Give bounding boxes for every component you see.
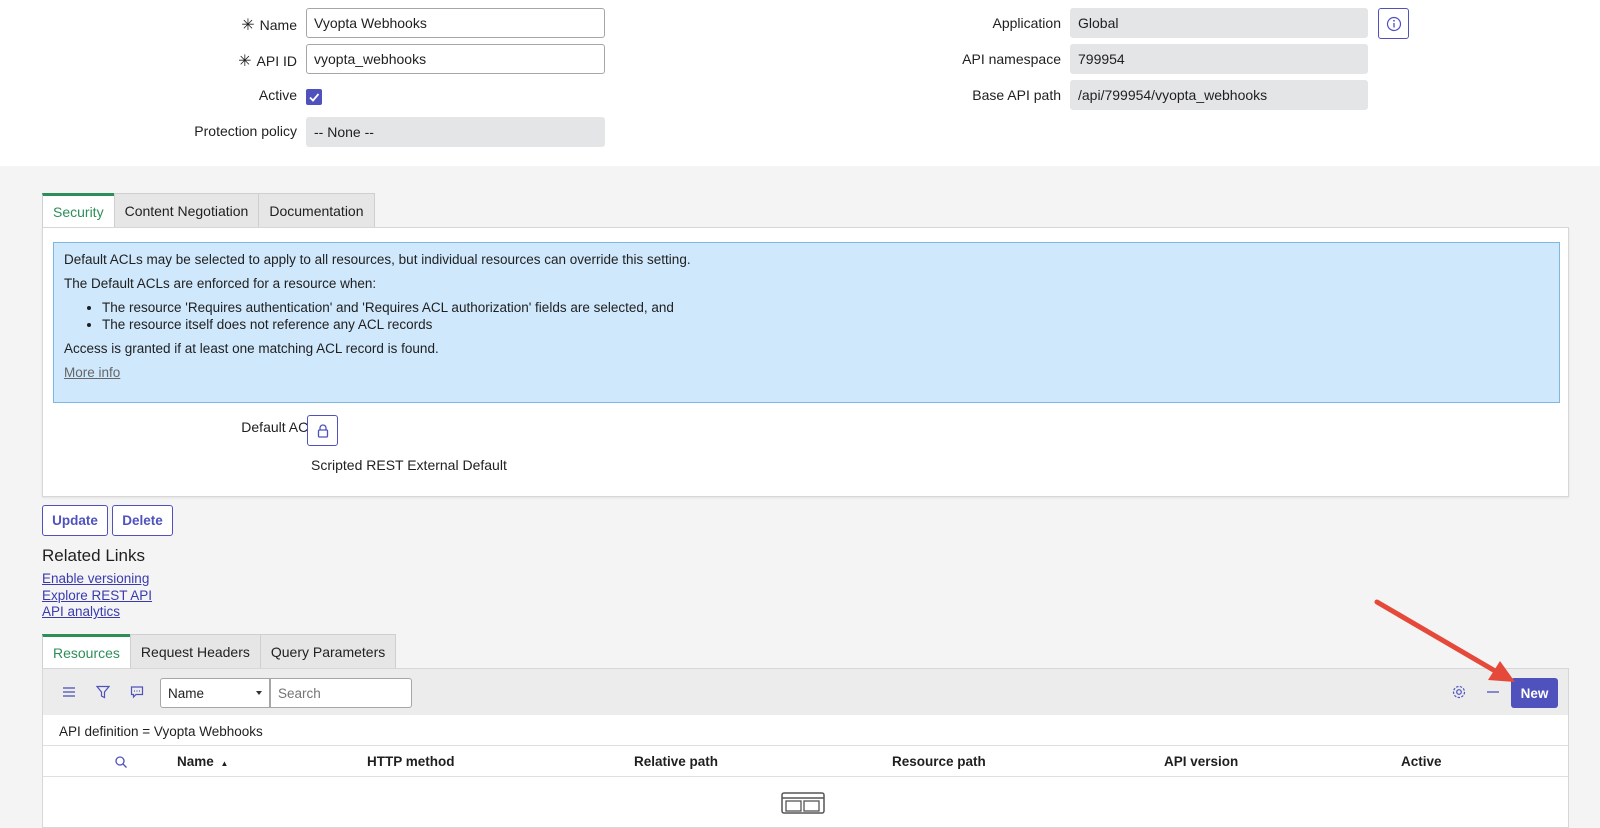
application-value: Global bbox=[1078, 15, 1119, 31]
notice-text: Default ACLs may be selected to apply to… bbox=[64, 252, 691, 267]
update-button[interactable]: Update bbox=[42, 505, 108, 536]
tab-resources[interactable]: Resources bbox=[42, 634, 131, 668]
empty-list-icon bbox=[781, 792, 825, 817]
chevron-down-icon bbox=[256, 691, 262, 695]
list-breadcrumb[interactable]: API definition = Vyopta Webhooks bbox=[59, 724, 263, 739]
minimize-icon[interactable] bbox=[1483, 682, 1503, 702]
gear-icon[interactable] bbox=[1449, 682, 1469, 702]
tab-query-parameters[interactable]: Query Parameters bbox=[259, 634, 397, 668]
base-api-path-value: /api/799954/vyopta_webhooks bbox=[1078, 87, 1268, 103]
column-header-active[interactable]: Active bbox=[1401, 754, 1442, 769]
list-item: The resource 'Requires authentication' a… bbox=[102, 299, 1549, 316]
enable-versioning-link[interactable]: Enable versioning bbox=[42, 571, 149, 586]
application-info-button[interactable] bbox=[1378, 8, 1409, 39]
api-id-value: vyopta_webhooks bbox=[314, 51, 427, 67]
protection-policy-value: -- None -- bbox=[314, 124, 374, 140]
api-namespace-value: 799954 bbox=[1078, 51, 1125, 67]
list-toolbar: Name New bbox=[43, 669, 1568, 715]
record-form: ✳ Name Vyopta Webhooks ✳ API ID vyopta_web… bbox=[0, 0, 1600, 166]
lock-icon bbox=[317, 423, 328, 438]
filter-icon[interactable] bbox=[93, 682, 113, 702]
column-header-row: Name ▲ HTTP method Relative path Resourc… bbox=[43, 745, 1568, 777]
new-button[interactable]: New bbox=[1511, 678, 1558, 708]
tab-request-headers[interactable]: Request Headers bbox=[129, 634, 261, 668]
required-icon: ✳ bbox=[241, 17, 255, 34]
column-header-name[interactable]: Name ▲ bbox=[177, 754, 228, 769]
search-input[interactable] bbox=[270, 678, 412, 708]
info-icon bbox=[1386, 16, 1401, 31]
application-label: Application bbox=[992, 15, 1062, 31]
base-api-path-label: Base API path bbox=[972, 87, 1061, 103]
hamburger-menu-icon[interactable] bbox=[59, 682, 79, 702]
column-header-api-version[interactable]: API version bbox=[1164, 754, 1238, 769]
column-header-relative-path[interactable]: Relative path bbox=[634, 754, 718, 769]
api-analytics-link[interactable]: API analytics bbox=[42, 604, 120, 619]
column-header-resource-path[interactable]: Resource path bbox=[892, 754, 986, 769]
search-field-select[interactable]: Name bbox=[160, 678, 270, 708]
protection-policy-label: Protection policy bbox=[194, 123, 297, 139]
name-value: Vyopta Webhooks bbox=[314, 15, 427, 31]
acl-info-notice: Default ACLs may be selected to apply to… bbox=[53, 242, 1560, 403]
api-namespace-field: 799954 bbox=[1070, 44, 1368, 74]
notice-text: Access is granted if at least one matchi… bbox=[64, 341, 439, 356]
tab-documentation[interactable]: Documentation bbox=[258, 193, 375, 227]
notice-text: The Default ACLs are enforced for a reso… bbox=[64, 276, 377, 291]
protection-policy-select[interactable]: -- None -- bbox=[306, 117, 605, 147]
tab-content-negotiation[interactable]: Content Negotiation bbox=[113, 193, 260, 227]
resources-list: Name New API definition = Vyopta Webhook… bbox=[42, 668, 1569, 828]
delete-button[interactable]: Delete bbox=[112, 505, 173, 536]
column-header-label: Name bbox=[177, 754, 214, 769]
api-namespace-label: API namespace bbox=[962, 51, 1061, 67]
active-label: Active bbox=[258, 87, 297, 103]
more-info-link[interactable]: More info bbox=[64, 365, 120, 380]
search-icon[interactable] bbox=[111, 752, 131, 772]
list-item: The resource itself does not reference a… bbox=[102, 316, 1549, 333]
section-tabs: Security Content Negotiation Documentati… bbox=[42, 193, 375, 227]
application-field: Global bbox=[1070, 8, 1368, 38]
api-id-input[interactable]: vyopta_webhooks bbox=[306, 44, 605, 74]
comment-icon[interactable] bbox=[127, 682, 147, 702]
explore-rest-api-link[interactable]: Explore REST API bbox=[42, 588, 152, 603]
check-icon bbox=[309, 93, 320, 102]
search-field-value: Name bbox=[168, 685, 205, 701]
required-icon: ✳ bbox=[238, 53, 252, 70]
security-section: Default ACLs may be selected to apply to… bbox=[42, 227, 1569, 497]
default-acls-lock-button[interactable] bbox=[307, 415, 338, 446]
notice-bullet-list: The resource 'Requires authentication' a… bbox=[64, 299, 1549, 333]
base-api-path-field: /api/799954/vyopta_webhooks bbox=[1070, 80, 1368, 110]
active-checkbox[interactable] bbox=[306, 89, 322, 105]
tab-security[interactable]: Security bbox=[42, 193, 115, 227]
related-list-tabs: Resources Request Headers Query Paramete… bbox=[42, 634, 397, 668]
name-input[interactable]: Vyopta Webhooks bbox=[306, 8, 605, 38]
column-header-http-method[interactable]: HTTP method bbox=[367, 754, 455, 769]
default-acls-value[interactable]: Scripted REST External Default bbox=[311, 457, 507, 473]
name-label: ✳ Name bbox=[241, 17, 297, 34]
api-id-label: ✳ API ID bbox=[238, 53, 297, 70]
sort-ascending-icon: ▲ bbox=[220, 759, 229, 768]
related-links-title: Related Links bbox=[42, 546, 146, 565]
